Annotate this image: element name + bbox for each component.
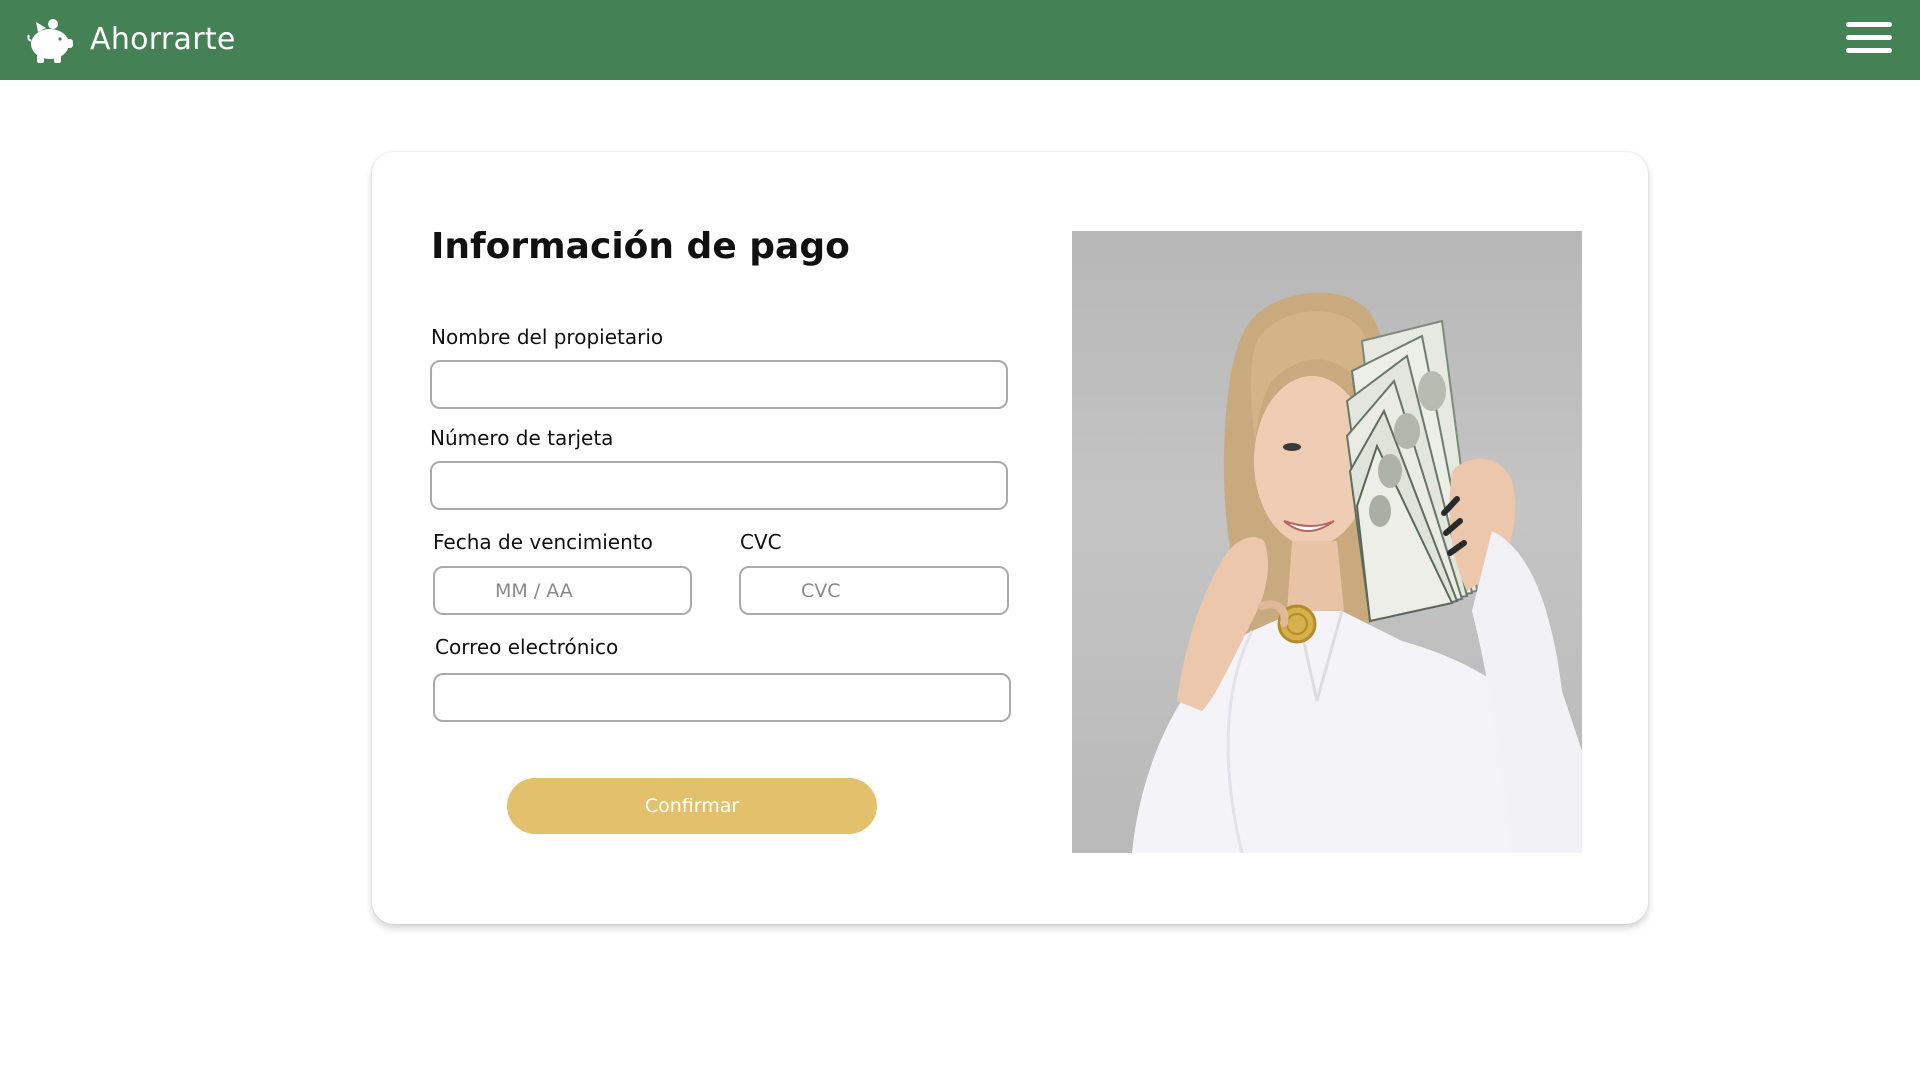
hamburger-menu-icon[interactable] [1846, 19, 1894, 59]
brand[interactable]: Ahorrarte [26, 15, 236, 65]
page-title: Información de pago [431, 226, 850, 267]
payment-card: Información de pago Nombre del propietar… [372, 152, 1648, 924]
cvc-field[interactable] [739, 566, 1009, 615]
piggy-bank-icon [27, 19, 73, 63]
card-number-label: Número de tarjeta [430, 426, 614, 450]
hero-photo [1072, 231, 1582, 853]
email-field[interactable] [433, 673, 1011, 722]
owner-name-label: Nombre del propietario [431, 325, 664, 349]
menu-bar [1846, 35, 1892, 40]
card-number-field[interactable] [430, 461, 1008, 510]
owner-name-field[interactable] [430, 360, 1008, 409]
confirm-button[interactable]: Confirmar [507, 778, 877, 834]
menu-bar [1846, 48, 1892, 53]
expiry-label: Fecha de vencimiento [433, 530, 653, 554]
menu-bar [1846, 22, 1892, 27]
email-label: Correo electrónico [435, 635, 619, 659]
expiry-field[interactable] [433, 566, 692, 615]
woman-with-money-image [1132, 292, 1582, 853]
cvc-label: CVC [740, 530, 782, 554]
top-navbar: Ahorrarte [0, 0, 1920, 80]
brand-name: Ahorrarte [90, 22, 236, 57]
